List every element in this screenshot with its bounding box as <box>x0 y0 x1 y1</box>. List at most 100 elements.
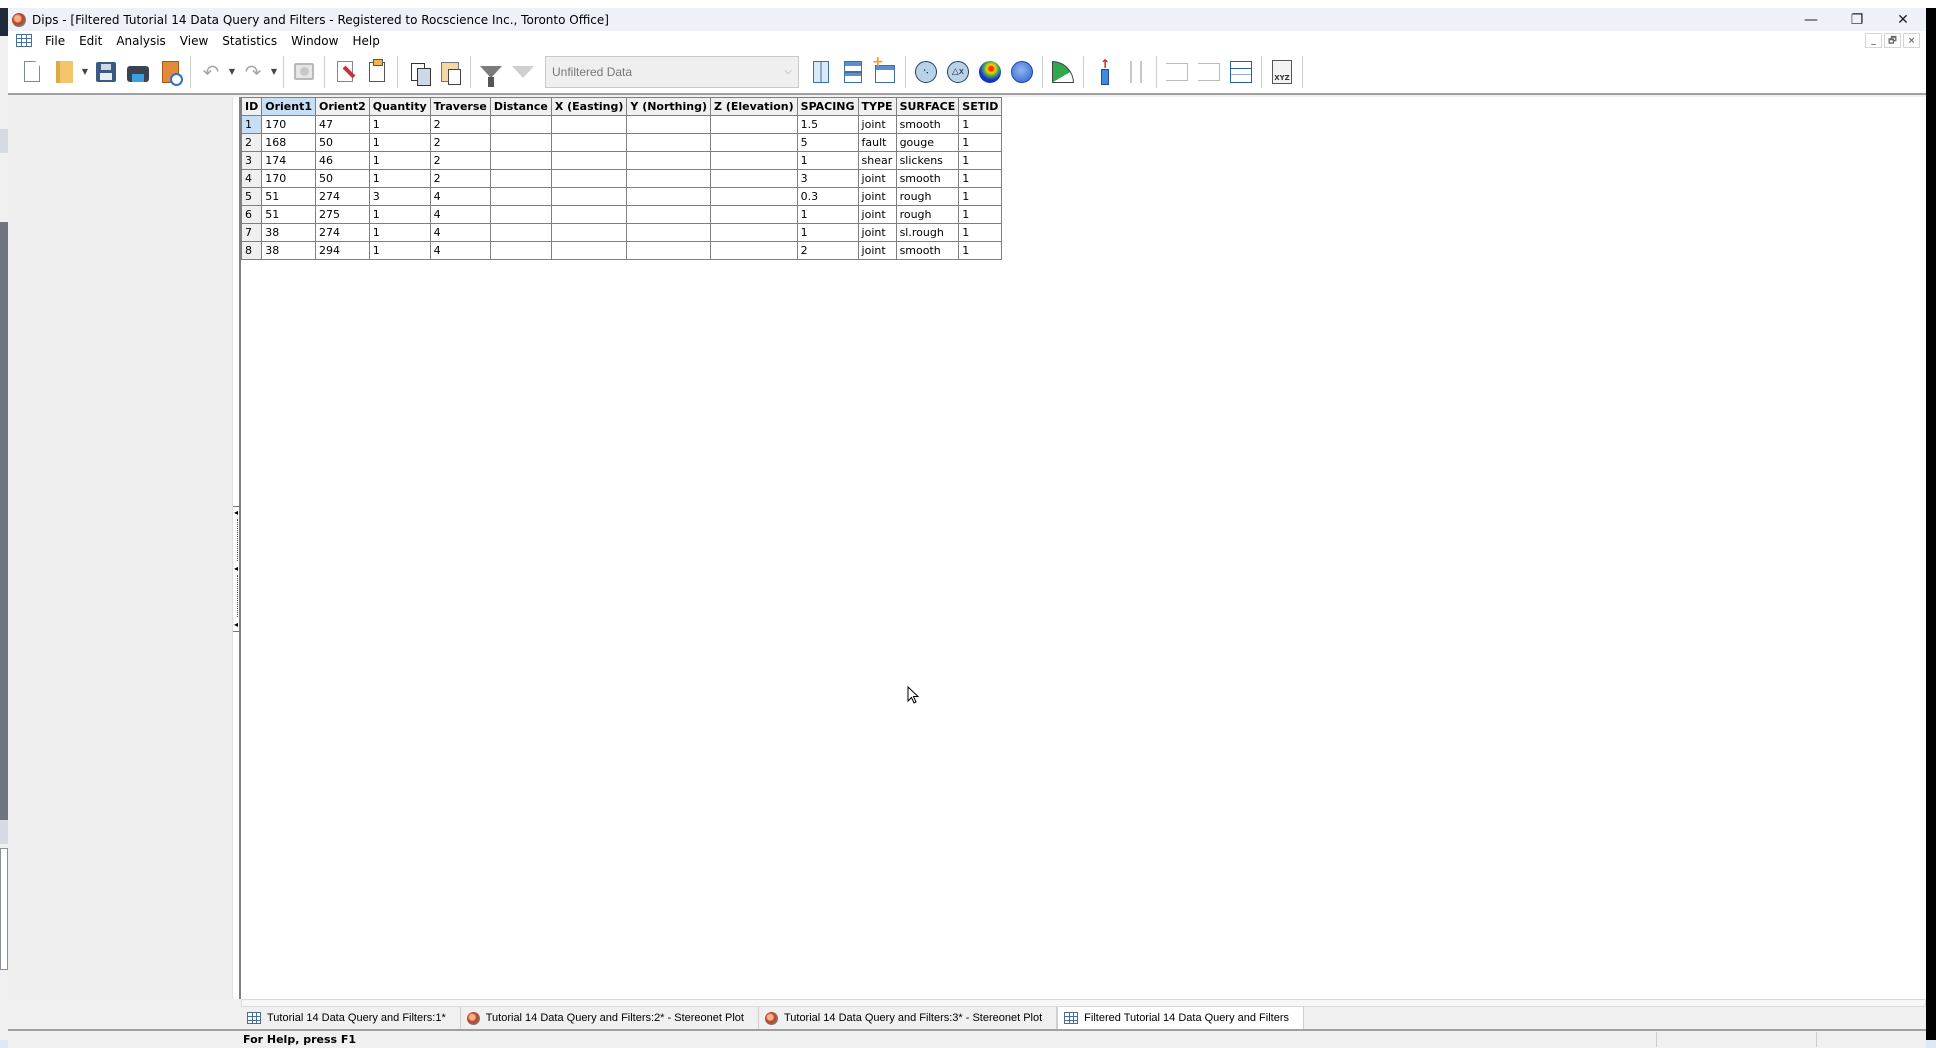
cell-type[interactable]: joint <box>857 187 897 206</box>
cell-orient2[interactable]: 294 <box>314 241 370 260</box>
cell-y-northing[interactable] <box>626 187 712 206</box>
cell-setid[interactable]: 1 <box>958 151 1003 170</box>
table-row[interactable]: 6 51 275 1 4 1 joint rough 1 <box>240 205 1003 224</box>
cell-z-elevation[interactable] <box>710 241 798 260</box>
cell-spacing[interactable]: 1 <box>796 151 859 170</box>
edit-button[interactable] <box>329 56 361 88</box>
cell-spacing[interactable]: 1 <box>796 223 859 242</box>
cell-x-easting[interactable] <box>550 241 628 260</box>
cell-setid[interactable]: 1 <box>958 187 1003 206</box>
cell-surface[interactable]: slickens <box>895 151 960 170</box>
cell-z-elevation[interactable] <box>710 205 798 224</box>
cell-quantity[interactable]: 3 <box>368 187 431 206</box>
cell-type[interactable]: joint <box>857 241 897 260</box>
tile-vertical-button[interactable] <box>805 56 837 88</box>
cell-type[interactable]: fault <box>857 133 897 152</box>
menu-edit[interactable]: Edit <box>72 34 109 48</box>
splitter-grip[interactable] <box>237 575 238 617</box>
cell-traverse[interactable]: 2 <box>429 169 491 188</box>
mdi-minimize-button[interactable]: _ <box>1865 33 1882 48</box>
cell-distance[interactable] <box>489 115 552 134</box>
collapse-arrow-icon[interactable]: ◂ <box>234 621 238 629</box>
cell-x-easting[interactable] <box>550 151 628 170</box>
add-join-button[interactable] <box>1161 56 1193 88</box>
cell-z-elevation[interactable] <box>710 115 798 134</box>
cell-surface[interactable]: sl.rough <box>895 223 960 242</box>
cell-id[interactable]: 1 <box>240 115 263 134</box>
cell-orient1[interactable]: 174 <box>261 151 316 170</box>
col-header-surface[interactable]: SURFACE <box>895 97 960 116</box>
cell-x-easting[interactable] <box>550 187 628 206</box>
cell-id[interactable]: 3 <box>240 151 263 170</box>
collapse-arrow-icon[interactable]: ◂ <box>234 509 238 517</box>
delete-set-button[interactable] <box>1120 56 1152 88</box>
cell-distance[interactable] <box>489 241 552 260</box>
cell-id[interactable]: 4 <box>240 169 263 188</box>
cell-id[interactable]: 5 <box>240 187 263 206</box>
menu-help[interactable]: Help <box>345 34 386 48</box>
cell-id[interactable]: 2 <box>240 133 263 152</box>
cell-y-northing[interactable] <box>626 241 712 260</box>
cell-quantity[interactable]: 1 <box>368 169 431 188</box>
cell-y-northing[interactable] <box>626 205 712 224</box>
table-row[interactable]: 4 170 50 1 2 3 joint smooth 1 <box>240 169 1003 188</box>
table-row[interactable]: 7 38 274 1 4 1 joint sl.rough 1 <box>240 223 1003 242</box>
cell-x-easting[interactable] <box>550 169 628 188</box>
display-button[interactable] <box>288 56 320 88</box>
cell-type[interactable]: joint <box>857 223 897 242</box>
cell-type[interactable]: joint <box>857 169 897 188</box>
col-header-traverse[interactable]: Traverse <box>429 97 491 116</box>
cell-surface[interactable]: rough <box>895 205 960 224</box>
cell-x-easting[interactable] <box>550 223 628 242</box>
cell-z-elevation[interactable] <box>710 133 798 152</box>
cell-orient2[interactable]: 274 <box>314 187 370 206</box>
cell-orient1[interactable]: 51 <box>261 205 316 224</box>
cell-setid[interactable]: 1 <box>958 115 1003 134</box>
cell-spacing[interactable]: 1.5 <box>796 115 859 134</box>
table-row[interactable]: 1 170 47 1 2 1.5 joint smooth 1 <box>240 115 1003 134</box>
filter-button[interactable] <box>475 56 507 88</box>
dips-app-icon[interactable] <box>12 12 26 27</box>
cell-orient2[interactable]: 50 <box>314 133 370 152</box>
restore-button[interactable]: ❐ <box>1834 8 1880 31</box>
tab-stereonet-2[interactable]: Tutorial 14 Data Query and Filters:2* - … <box>460 1007 759 1029</box>
mdi-restore-button[interactable]: 🗗 <box>1884 33 1901 48</box>
cell-type[interactable]: shear <box>857 151 897 170</box>
col-header-orient2[interactable]: Orient2 <box>314 97 370 116</box>
cell-id[interactable]: 6 <box>240 205 263 224</box>
redo-button[interactable]: ↷ <box>237 56 269 88</box>
cell-z-elevation[interactable] <box>710 187 798 206</box>
cell-x-easting[interactable] <box>550 115 628 134</box>
paste-button[interactable] <box>434 56 466 88</box>
cell-surface[interactable]: smooth <box>895 115 960 134</box>
cell-y-northing[interactable] <box>626 223 712 242</box>
menu-window[interactable]: Window <box>284 34 345 48</box>
minimize-button[interactable]: — <box>1788 8 1834 31</box>
cell-spacing[interactable]: 2 <box>796 241 859 260</box>
cell-distance[interactable] <box>489 205 552 224</box>
col-header-id[interactable]: ID <box>240 97 263 116</box>
cell-x-easting[interactable] <box>550 133 628 152</box>
contour-plot-button[interactable] <box>974 56 1006 88</box>
cell-quantity[interactable]: 1 <box>368 223 431 242</box>
open-button[interactable] <box>48 56 80 88</box>
undo-dropdown[interactable]: ▼ <box>227 56 237 88</box>
splitter-grip[interactable] <box>237 519 238 561</box>
col-header-type[interactable]: TYPE <box>857 97 897 116</box>
cell-setid[interactable]: 1 <box>958 223 1003 242</box>
col-header-orient1[interactable]: Orient1 <box>261 97 316 116</box>
cell-quantity[interactable]: 1 <box>368 115 431 134</box>
cell-orient2[interactable]: 47 <box>314 115 370 134</box>
cell-orient1[interactable]: 38 <box>261 241 316 260</box>
data-grid-area[interactable]: ID Orient1 Orient2 Quantity Traverse Dis… <box>240 97 1926 999</box>
col-header-z-elevation[interactable]: Z (Elevation) <box>710 97 798 116</box>
cell-traverse[interactable]: 4 <box>429 223 491 242</box>
cell-quantity[interactable]: 1 <box>368 151 431 170</box>
table-row[interactable]: 8 38 294 1 4 2 joint smooth 1 <box>240 241 1003 260</box>
tab-document-1[interactable]: Tutorial 14 Data Query and Filters:1* <box>241 1007 461 1029</box>
save-button[interactable] <box>90 56 122 88</box>
menu-analysis[interactable]: Analysis <box>109 34 172 48</box>
menu-file[interactable]: File <box>38 34 72 48</box>
cell-orient1[interactable]: 170 <box>261 115 316 134</box>
cell-surface[interactable]: rough <box>895 187 960 206</box>
